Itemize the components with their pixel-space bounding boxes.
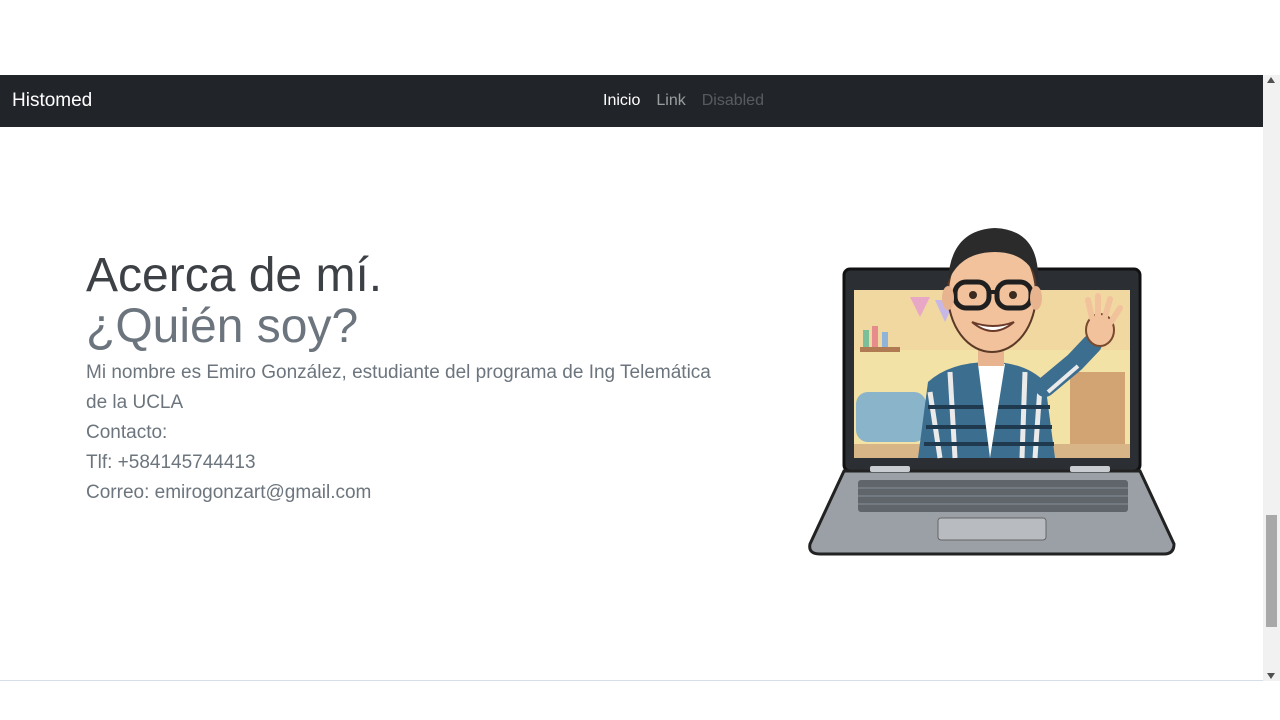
about-heading: Acerca de mí. bbox=[86, 249, 383, 302]
contact-phone: Tlf: +584145744413 bbox=[86, 452, 256, 473]
nav-link-disabled: Disabled bbox=[701, 92, 764, 109]
about-description: Mi nombre es Emiro González, estudiante … bbox=[86, 362, 711, 413]
about-section: Acerca de mí. ¿Quién soy? Mi nombre es E… bbox=[86, 250, 726, 508]
who-am-i-heading: ¿Quién soy? bbox=[86, 300, 359, 353]
page: Histomed Inicio Link Disabled Acerca de … bbox=[0, 0, 1280, 720]
navbar: Histomed Inicio Link Disabled bbox=[0, 75, 1263, 127]
contact-label: Contacto: bbox=[86, 422, 168, 443]
nav-links: Inicio Link Disabled bbox=[595, 75, 772, 127]
scroll-down-arrow-icon[interactable] bbox=[1267, 673, 1275, 679]
about-text: Mi nombre es Emiro González, estudiante … bbox=[86, 358, 726, 508]
scroll-up-arrow-icon[interactable] bbox=[1267, 77, 1275, 83]
divider bbox=[0, 680, 1263, 681]
nav-link-inicio[interactable]: Inicio bbox=[595, 75, 648, 127]
nav-link-link[interactable]: Link bbox=[648, 75, 693, 127]
contact-email: Correo: emirogonzart@gmail.com bbox=[86, 482, 372, 503]
laptop-avatar-waving-icon bbox=[800, 222, 1180, 562]
scrollbar-thumb[interactable] bbox=[1266, 515, 1277, 627]
navbar-brand[interactable]: Histomed bbox=[12, 88, 92, 114]
vertical-scrollbar[interactable] bbox=[1263, 75, 1280, 681]
